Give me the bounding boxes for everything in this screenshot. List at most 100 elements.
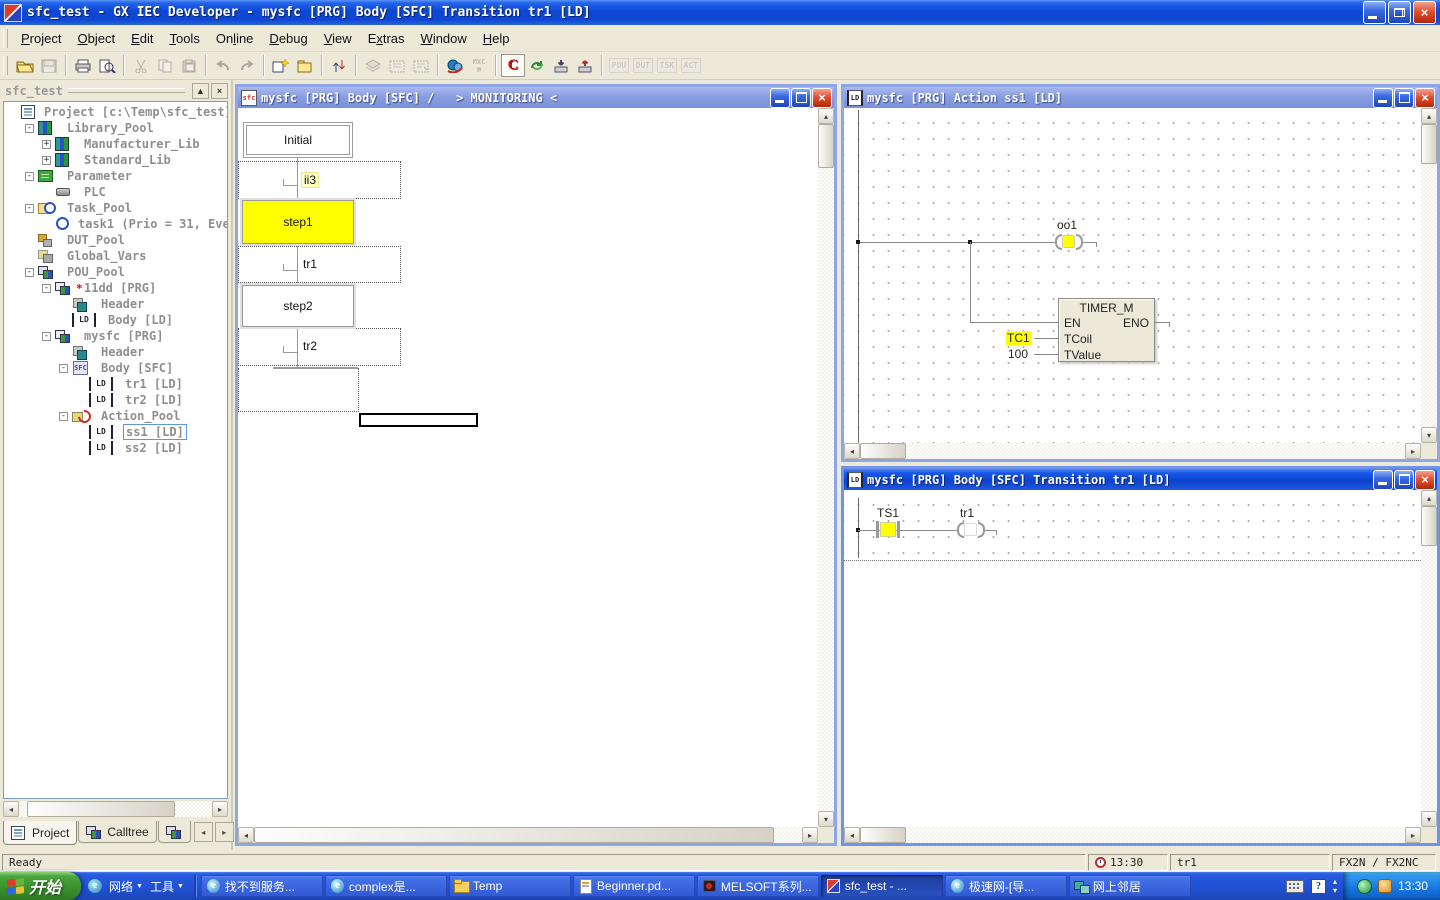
scroll-left-button[interactable]: ◂ [844,827,860,843]
scroll-thumb[interactable] [1421,124,1437,164]
menu-item[interactable]: Edit [123,27,161,50]
scroll-right-button[interactable]: ▸ [802,827,818,843]
tree-item-label[interactable]: Body [SFC] [99,361,175,375]
tree-item[interactable]: ss2 [LD] [4,440,227,456]
scroll-thumb[interactable] [254,827,774,843]
action-maximize-button[interactable] [1394,88,1414,108]
scroll-down-button[interactable]: ▾ [1421,811,1437,827]
tree-expander[interactable]: + [42,140,51,149]
sfc-empty-cell[interactable] [238,368,359,412]
tree-item-label[interactable]: DUT_Pool [65,233,127,247]
tree-item[interactable]: - * 11dd [PRG] [4,280,227,296]
tab-extra[interactable] [158,821,191,843]
sfc-close-button[interactable]: × [812,88,832,108]
sfc-minimize-button[interactable] [770,88,790,108]
print-preview-button[interactable] [95,54,119,77]
tree-item[interactable]: - mysfc [PRG] [4,328,227,344]
sfc-transition-label[interactable]: tr2 [301,339,319,353]
menu-item[interactable]: Object [69,27,123,50]
tab-project[interactable]: Project [3,821,77,845]
transition-minimize-button[interactable] [1373,470,1393,490]
transition-maximize-button[interactable] [1394,470,1414,490]
transition-close-button[interactable]: × [1415,470,1435,490]
tree-item-label[interactable]: Manufacturer_Lib [82,137,202,151]
print-button[interactable] [71,54,95,77]
tree-expander[interactable]: - [25,204,34,213]
tree-item[interactable]: ss1 [LD] [4,424,227,440]
tree-item-label[interactable]: Action_Pool [99,409,182,423]
operand-tcoil[interactable]: TC1 [1006,331,1031,345]
tree-item[interactable]: + Standard_Lib [4,152,227,168]
scroll-thumb[interactable] [27,801,175,817]
download-plc-button[interactable] [549,54,573,77]
timer-function-block[interactable]: TIMER_M EN ENO TCoil TValue [1058,298,1155,362]
tree-item[interactable]: tr2 [LD] [4,392,227,408]
scroll-down-button[interactable]: ▾ [1421,427,1437,443]
taskbar-task-button[interactable]: 极速网-[导... [945,875,1067,897]
tree-item[interactable]: Header [4,344,227,360]
sfc-step[interactable]: step2 [242,285,354,327]
scroll-left-button[interactable]: ◂ [844,443,860,459]
tree-item-label[interactable]: Task_Pool [65,201,134,215]
taskbar-task-button[interactable]: 找不到服务... [201,875,323,897]
start-button[interactable]: 开始 [0,872,81,900]
sfc-hscrollbar[interactable]: ◂ ▸ [238,827,818,843]
tray-app-icon[interactable] [1378,879,1392,893]
panel-grip[interactable] [68,88,185,93]
sfc-diagram[interactable]: Initial ii3 tr1 tr2 step1 step2 [238,108,818,827]
tree-item-label[interactable]: ss1 [LD] [123,424,187,440]
tray-status-icon[interactable] [1357,879,1372,894]
tab-scroll-right-button[interactable]: ▸ [215,822,234,842]
close-button[interactable]: × [1413,1,1436,24]
tree-item[interactable]: Project [c:\Temp\sfc_test] [4,104,227,120]
tree-item[interactable]: PLC [4,184,227,200]
new-object-button[interactable] [269,54,293,77]
quicklaunch-tools[interactable]: 工具▼ [150,878,184,895]
contact-label[interactable]: TS1 [877,506,899,520]
scroll-up-button[interactable]: ▴ [1421,490,1437,506]
taskbar-task-button[interactable]: complex是... [325,875,447,897]
tree-item-label[interactable]: mysfc [PRG] [82,329,165,343]
scroll-thumb[interactable] [818,124,834,168]
menu-item[interactable]: Help [475,27,518,50]
restore-button[interactable] [1388,1,1411,24]
menu-item[interactable]: View [316,27,360,50]
menu-item[interactable]: Extras [360,27,413,50]
scroll-down-button[interactable]: ▾ [818,811,834,827]
tree-item-label[interactable]: Global_Vars [65,249,148,263]
tree-item[interactable]: + Manufacturer_Lib [4,136,227,152]
contact-symbol[interactable] [876,521,879,538]
operand-tvalue[interactable]: 100 [1008,347,1028,361]
tree-expander[interactable]: + [42,156,51,165]
action-hscrollbar[interactable]: ◂ ▸ [844,443,1421,459]
sfc-maximize-button[interactable] [791,88,811,108]
scroll-right-button[interactable]: ▸ [1405,827,1421,843]
tree-expander[interactable]: - [25,172,34,181]
tree-item-label[interactable]: Library_Pool [65,121,156,135]
action-close-button[interactable]: × [1415,88,1435,108]
sfc-step-active[interactable]: step1 [242,200,354,244]
tree-item-label[interactable]: tr1 [LD] [123,377,185,391]
coil-symbol[interactable] [1055,234,1062,250]
tree-expander[interactable]: - [59,412,68,421]
scroll-right-button[interactable]: ▸ [212,801,228,817]
sfc-transition-label[interactable]: tr1 [301,257,319,271]
sort-updown-button[interactable] [327,54,351,77]
menu-item[interactable]: Project [13,27,69,50]
tree-item-label[interactable]: 11dd [PRG] [82,281,158,295]
tree-item[interactable]: - Library_Pool [4,120,227,136]
sfc-transition-cell[interactable] [238,161,401,199]
tree-item[interactable]: - Action_Pool [4,408,227,424]
panel-collapse-button[interactable]: ▲ [192,83,209,99]
transition-vscrollbar[interactable]: ▴ ▾ [1421,490,1437,827]
tree-item[interactable]: - POU_Pool [4,264,227,280]
action-minimize-button[interactable] [1373,88,1393,108]
ladder-canvas[interactable]: TS1 tr1 [844,490,1421,827]
tree-item-label[interactable]: Project [c:\Temp\sfc_test] [42,105,228,119]
open-button[interactable] [13,54,37,77]
scroll-thumb[interactable] [1421,506,1437,546]
panel-close-button[interactable]: × [211,83,228,99]
tree-item-label[interactable]: Body [LD] [106,313,175,327]
tray-collapse-icon[interactable]: ▴▾ [1333,877,1337,895]
menu-item[interactable]: Online [208,27,262,50]
